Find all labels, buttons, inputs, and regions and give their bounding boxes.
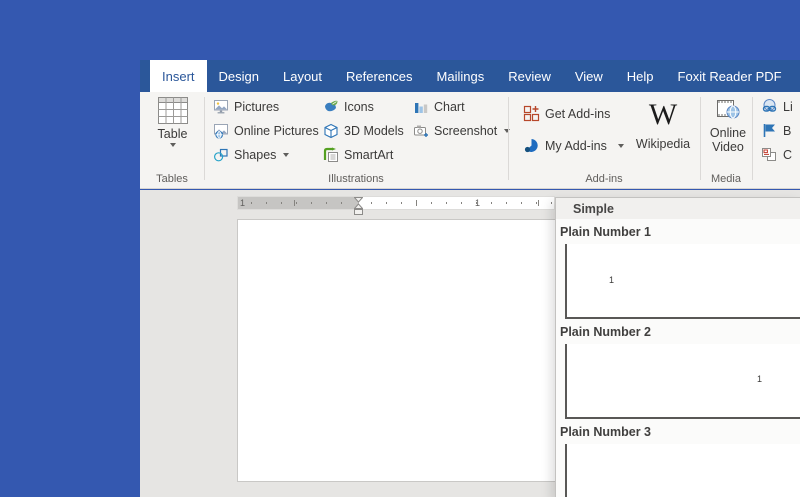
online-video-button[interactable]: Online Video — [704, 97, 752, 154]
pictures-icon — [213, 99, 229, 115]
gallery-item-preview — [565, 444, 800, 497]
tab-design[interactable]: Design — [207, 60, 271, 92]
group-separator — [700, 97, 701, 180]
3d-models-button[interactable]: 3D Models — [321, 120, 406, 141]
table-icon — [158, 97, 188, 124]
bookmark-button[interactable]: B — [759, 120, 793, 141]
chart-button[interactable]: Chart — [411, 96, 467, 117]
gallery-item-label: Plain Number 3 — [556, 419, 800, 444]
shapes-icon — [213, 147, 229, 163]
ruler-half-inch-tick — [538, 200, 539, 206]
gallery-section-header: Simple — [556, 198, 800, 219]
gallery-item-plain-number-2[interactable]: Plain Number 2 1 — [556, 319, 800, 419]
get-addins-icon — [523, 105, 540, 122]
preview-page-number: 1 — [609, 275, 614, 285]
tab-view[interactable]: View — [563, 60, 615, 92]
get-addins-button[interactable]: Get Add-ins — [521, 103, 612, 124]
3d-models-label: 3D Models — [344, 124, 404, 138]
smartart-button[interactable]: SmartArt — [321, 144, 395, 165]
group-separator — [508, 97, 509, 180]
media-group-label: Media — [700, 173, 752, 185]
shapes-label: Shapes — [234, 148, 276, 162]
tab-foxit-reader-pdf[interactable]: Foxit Reader PDF — [666, 60, 794, 92]
smartart-icon — [323, 147, 339, 163]
document-page[interactable] — [237, 219, 556, 482]
gallery-item-preview: 1 — [565, 244, 800, 319]
ruler-ticks — [371, 202, 554, 204]
wikipedia-icon: W — [649, 100, 677, 130]
ruler-number: 1 — [240, 197, 245, 209]
bookmark-icon — [761, 122, 778, 139]
preview-page-number: 1 — [757, 374, 762, 384]
my-addins-label: My Add-ins — [545, 139, 607, 153]
group-separator — [752, 97, 753, 180]
chart-icon — [413, 99, 429, 115]
table-button[interactable]: Table — [146, 97, 199, 150]
cross-reference-label: C — [783, 148, 792, 162]
screenshot-label: Screenshot — [434, 124, 497, 138]
online-pictures-label: Online Pictures — [234, 124, 319, 138]
online-video-label: Online Video — [704, 126, 752, 154]
tab-insert[interactable]: Insert — [150, 60, 207, 92]
icons-button[interactable]: Icons — [321, 96, 376, 117]
screenshot-icon — [413, 123, 429, 139]
my-addins-button[interactable]: My Add-ins — [521, 135, 626, 156]
page-number-gallery: Simple Plain Number 1 1 Plain Number 2 1… — [555, 197, 800, 497]
tab-help[interactable]: Help — [615, 60, 666, 92]
tab-review[interactable]: Review — [496, 60, 563, 92]
chevron-down-icon — [283, 153, 289, 160]
pictures-label: Pictures — [234, 100, 279, 114]
indent-marker[interactable] — [354, 197, 363, 216]
tab-layout[interactable]: Layout — [271, 60, 334, 92]
get-addins-label: Get Add-ins — [545, 107, 610, 121]
online-pictures-button[interactable]: Online Pictures — [211, 120, 321, 141]
icons-label: Icons — [344, 100, 374, 114]
tables-group-label: Tables — [140, 173, 204, 185]
wikipedia-label: Wikipedia — [636, 137, 690, 151]
pictures-button[interactable]: Pictures — [211, 96, 281, 117]
ruler-ticks — [251, 202, 346, 204]
shapes-button[interactable]: Shapes — [211, 144, 291, 165]
tab-references[interactable]: References — [334, 60, 424, 92]
gallery-item-label: Plain Number 2 — [556, 319, 800, 344]
icons-icon — [323, 99, 339, 115]
ruler-half-inch-tick — [294, 200, 295, 206]
cross-reference-icon — [761, 146, 778, 163]
3d-models-icon — [323, 123, 339, 139]
illustrations-group-label: Illustrations — [204, 173, 508, 185]
ruler-number: 1 — [475, 197, 480, 209]
gallery-item-preview: 1 — [565, 344, 800, 419]
link-icon — [761, 98, 778, 115]
table-button-label: Table — [158, 127, 188, 141]
online-video-icon — [715, 97, 741, 123]
my-addins-icon — [523, 137, 540, 154]
bookmark-label: B — [783, 124, 791, 138]
link-button[interactable]: Li — [759, 96, 795, 117]
screenshot-button[interactable]: Screenshot — [411, 120, 512, 141]
ruler-half-inch-tick — [416, 200, 417, 206]
tab-mailings[interactable]: Mailings — [425, 60, 497, 92]
ribbon-tab-bar: Insert Design Layout References Mailings… — [140, 60, 800, 92]
cross-reference-button[interactable]: C — [759, 144, 794, 165]
chart-label: Chart — [434, 100, 465, 114]
gallery-item-plain-number-1[interactable]: Plain Number 1 1 — [556, 219, 800, 319]
addins-group-label: Add-ins — [508, 173, 700, 185]
wikipedia-button[interactable]: W Wikipedia — [632, 100, 694, 151]
word-window: Insert Design Layout References Mailings… — [140, 60, 800, 497]
ribbon: Table Tables Pictures — [140, 92, 800, 189]
horizontal-ruler: 1 1 — [237, 196, 555, 210]
chevron-down-icon — [170, 143, 176, 150]
online-pictures-icon — [213, 123, 229, 139]
link-label: Li — [783, 100, 793, 114]
gallery-item-label: Plain Number 1 — [556, 219, 800, 244]
gallery-item-plain-number-3[interactable]: Plain Number 3 — [556, 419, 800, 497]
smartart-label: SmartArt — [344, 148, 393, 162]
document-workspace: 1 1 Simple Plain Number 1 1 P — [140, 190, 800, 497]
chevron-down-icon — [618, 144, 624, 151]
group-separator — [204, 97, 205, 180]
